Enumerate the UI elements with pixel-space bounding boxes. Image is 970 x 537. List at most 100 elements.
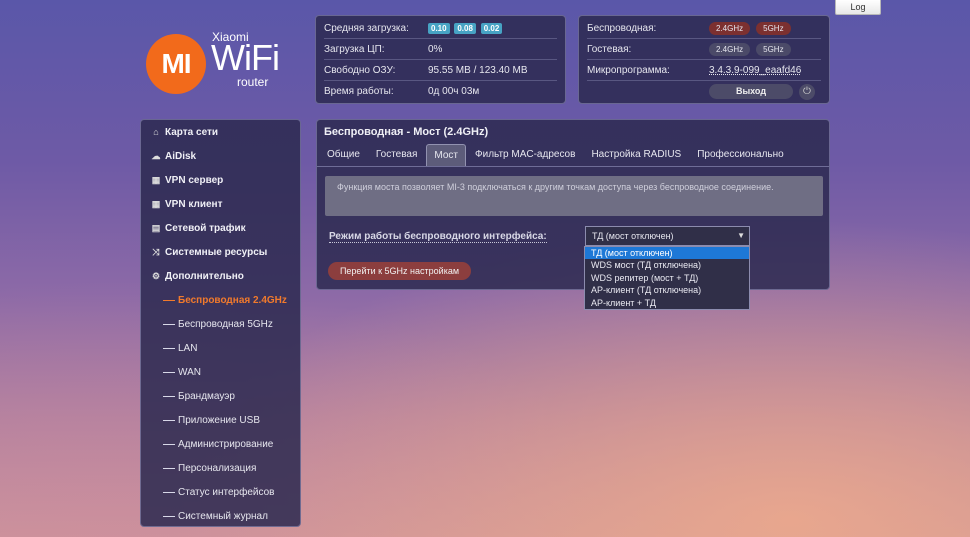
sidebar-sub-usb[interactable]: Приложение USB: [141, 408, 300, 432]
sidebar-sub-label: Статус интерфейсов: [178, 486, 275, 498]
sidebar-menu: ⌂ Карта сети ☁ AiDisk ▦ VPN сервер ▦ VPN…: [140, 119, 301, 527]
mode-option-ap[interactable]: ТД (мост отключен): [585, 247, 749, 260]
shuffle-icon: ⤨: [152, 246, 160, 257]
guest-5ghz-badge[interactable]: 5GHz: [756, 42, 791, 56]
dash-marker: [163, 371, 175, 373]
sidebar-item-aidisk[interactable]: ☁ AiDisk: [141, 144, 300, 168]
go-5ghz-settings-button[interactable]: Перейти к 5GHz настройкам: [328, 262, 471, 280]
tab-bridge[interactable]: Мост: [426, 144, 466, 166]
logo-name-text: WiFi: [211, 37, 280, 78]
guest-label: Гостевая:: [587, 43, 632, 55]
uptime-label: Время работы:: [324, 86, 394, 97]
sidebar-item-system-resources[interactable]: ⤨ Системные ресурсы: [141, 240, 300, 264]
guest-24ghz-badge[interactable]: 2.4GHz: [709, 42, 751, 56]
sidebar-sub-label: Брандмауэр: [178, 390, 235, 402]
sidebar-item-traffic[interactable]: ▤ Сетевой трафик: [141, 216, 300, 240]
cpu-value: 0%: [428, 43, 443, 55]
tab-radius[interactable]: Настройка RADIUS: [584, 144, 688, 166]
sidebar-item-label: Сетевой трафик: [165, 222, 246, 234]
system-status-panel: Средняя загрузка: 0.10 0.08 0.02 Загрузк…: [315, 15, 566, 104]
sidebar-sub-lan[interactable]: LAN: [141, 336, 300, 360]
firmware-version-link[interactable]: 3.4.3.9-099_eaafd46: [709, 65, 801, 76]
status-row-uptime: Время работы: 0д 00ч 03м: [324, 81, 557, 102]
dash-marker: [163, 443, 175, 445]
sidebar-sub-label: LAN: [178, 342, 198, 354]
load-badge-1: 0.10: [428, 22, 450, 34]
sidebar-item-network-map[interactable]: ⌂ Карта сети: [141, 120, 300, 144]
sidebar-item-label: Системные ресурсы: [165, 246, 268, 258]
wireless-5ghz-badge[interactable]: 5GHz: [756, 21, 791, 35]
dash-marker: [163, 323, 175, 325]
wireless-mode-options-list: ТД (мост отключен) WDS мост (ТД отключен…: [584, 246, 750, 310]
tab-guest[interactable]: Гостевая: [369, 144, 425, 166]
xiaomi-wifi-logo: MI Xiaomi WiFi router: [146, 28, 286, 94]
info-row-wireless: Беспроводная: 2.4GHz 5GHz: [587, 18, 821, 39]
sidebar-sub-firewall[interactable]: Брандмауэр: [141, 384, 300, 408]
wireless-24ghz-badge[interactable]: 2.4GHz: [709, 21, 751, 35]
logo-sub-text: router: [237, 75, 269, 89]
network-info-panel: Беспроводная: 2.4GHz 5GHz Гостевая: 2.4G…: [578, 15, 830, 104]
dash-marker: [163, 515, 175, 517]
sidebar-sub-wireless-24[interactable]: Беспроводная 2.4GHz: [141, 288, 300, 312]
dash-marker: [163, 395, 175, 397]
sidebar-sub-label: Приложение USB: [178, 414, 260, 426]
status-row-cpu: Загрузка ЦП: 0%: [324, 39, 557, 60]
sidebar-sub-label: WAN: [178, 366, 201, 378]
wireless-mode-selected-value: ТД (мост отключен): [592, 231, 674, 241]
sidebar-sub-system-log[interactable]: Системный журнал: [141, 504, 300, 528]
status-row-ram: Свободно ОЗУ: 95.55 MB / 123.40 MB: [324, 60, 557, 81]
dash-marker: [163, 491, 175, 493]
info-row-guest: Гостевая: 2.4GHz 5GHz: [587, 39, 821, 60]
sidebar-sub-interface-status[interactable]: Статус интерфейсов: [141, 480, 300, 504]
settings-tabs: Общие Гостевая Мост Фильтр MAC-адресов Н…: [317, 144, 829, 167]
gear-icon: ⚙: [151, 270, 161, 281]
tab-mac-filter[interactable]: Фильтр MAC-адресов: [468, 144, 582, 166]
page-title: Беспроводная - Мост (2.4GHz): [324, 126, 489, 138]
status-row-load: Средняя загрузка: 0.10 0.08 0.02: [324, 18, 557, 39]
sidebar-item-vpn-server[interactable]: ▦ VPN сервер: [141, 168, 300, 192]
ram-value: 95.55 MB / 123.40 MB: [428, 64, 528, 76]
firmware-label: Микропрограмма:: [587, 64, 670, 76]
sidebar-sub-label: Администрирование: [178, 438, 274, 450]
wireless-mode-select[interactable]: ТД (мост отключен) ▼: [585, 226, 750, 246]
load-values: 0.10 0.08 0.02: [428, 22, 504, 34]
sidebar-sub-wan[interactable]: WAN: [141, 360, 300, 384]
tab-professional[interactable]: Профессионально: [690, 144, 790, 166]
info-row-firmware: Микропрограмма: 3.4.3.9-099_eaafd46: [587, 60, 821, 81]
sidebar-item-label: Карта сети: [165, 126, 219, 138]
vpn-client-icon: ▦: [151, 198, 161, 209]
mode-option-wds-bridge[interactable]: WDS мост (ТД отключена): [585, 259, 749, 271]
ram-label: Свободно ОЗУ:: [324, 64, 396, 76]
vpn-server-icon: ▦: [151, 174, 161, 185]
sidebar-sub-admin[interactable]: Администрирование: [141, 432, 300, 456]
power-icon[interactable]: ⏻: [799, 83, 815, 100]
exit-button[interactable]: Выход: [709, 84, 793, 99]
sidebar-item-vpn-client[interactable]: ▦ VPN клиент: [141, 192, 300, 216]
uptime-value: 0д 00ч 03м: [428, 86, 480, 97]
sidebar-item-advanced[interactable]: ⚙ Дополнительно: [141, 264, 300, 288]
tab-general[interactable]: Общие: [320, 144, 367, 166]
log-button[interactable]: Log: [835, 0, 881, 15]
mi-logo-mark: MI: [146, 34, 206, 94]
mode-option-ap-client-ap[interactable]: AP-клиент + ТД: [585, 297, 749, 309]
sidebar-item-label: VPN клиент: [165, 198, 223, 210]
cloud-icon: ☁: [151, 150, 161, 161]
traffic-icon: ▤: [151, 222, 161, 233]
bridge-info-notice: Функция моста позволяет MI-3 подключатьс…: [325, 176, 823, 216]
cpu-label: Загрузка ЦП:: [324, 43, 385, 55]
load-badge-15: 0.02: [480, 22, 503, 34]
dash-marker: [163, 299, 175, 301]
sidebar-item-label: VPN сервер: [165, 174, 224, 186]
sidebar-sub-label: Системный журнал: [178, 510, 268, 522]
sidebar-sub-personalization[interactable]: Персонализация: [141, 456, 300, 480]
dash-marker: [163, 347, 175, 349]
sidebar-sub-wireless-5[interactable]: Беспроводная 5GHz: [141, 312, 300, 336]
home-icon: ⌂: [153, 127, 159, 137]
bridge-settings-panel: Беспроводная - Мост (2.4GHz) Общие Госте…: [316, 119, 830, 290]
mode-option-ap-client[interactable]: AP-клиент (ТД отключена): [585, 284, 749, 296]
sidebar-sub-label: Персонализация: [178, 462, 257, 474]
sidebar-sub-label: Беспроводная 2.4GHz: [178, 294, 287, 306]
sidebar-item-label: Дополнительно: [165, 270, 244, 282]
sidebar-sub-label: Беспроводная 5GHz: [178, 318, 273, 330]
mode-option-wds-repeater[interactable]: WDS репитер (мост + ТД): [585, 272, 749, 284]
